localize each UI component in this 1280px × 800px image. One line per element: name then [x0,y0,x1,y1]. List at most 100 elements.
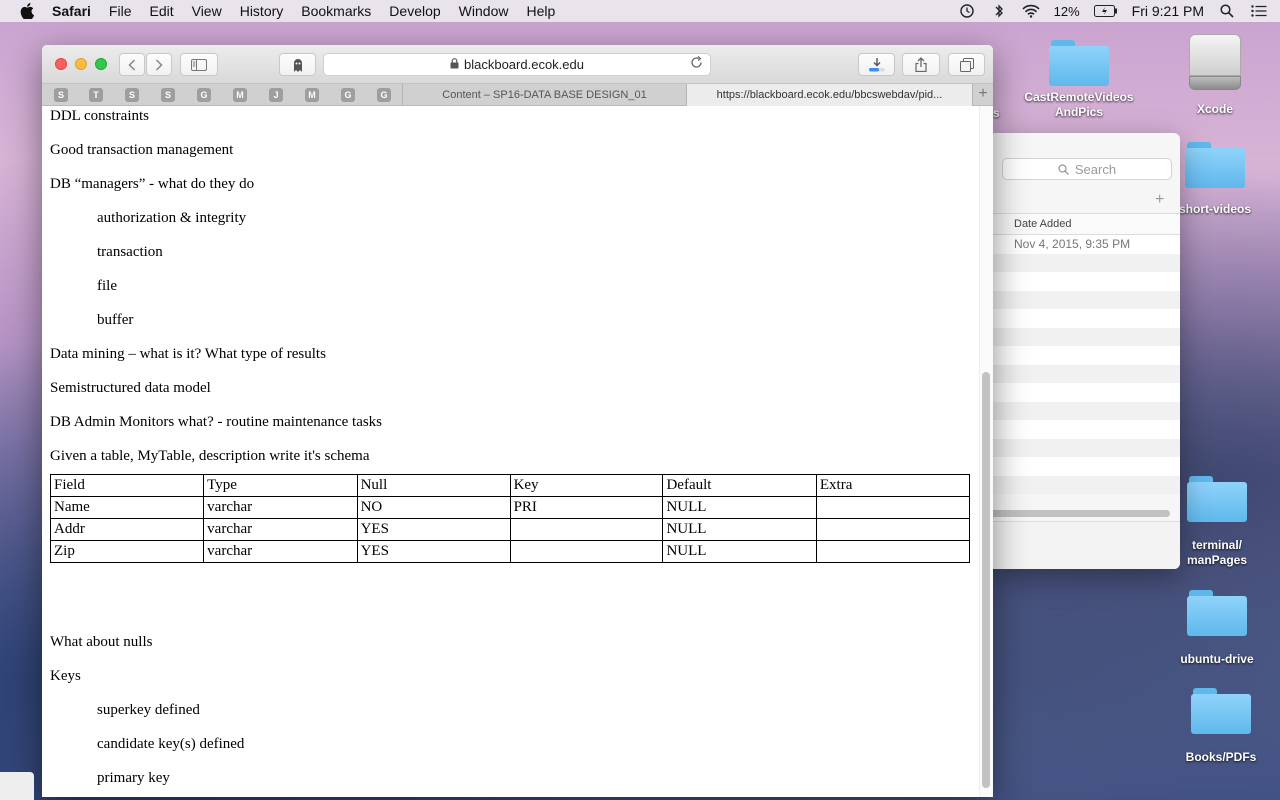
pinned-tab[interactable]: G [377,88,391,102]
battery-icon[interactable] [1093,2,1118,20]
finder-footer [990,521,1180,569]
table-cell [815,540,971,563]
desktop-icon-label: Books/PDFs [1185,750,1257,764]
wifi-icon[interactable] [1022,2,1040,20]
menu-edit[interactable]: Edit [149,3,173,19]
share-button[interactable] [902,53,940,76]
table-cell: Addr [49,518,205,541]
menu-window[interactable]: Window [459,3,509,19]
pinned-tab[interactable]: S [54,88,68,102]
table-header-cell: Null [356,474,511,497]
table-header-cell: Key [509,474,664,497]
desktop-icon-books-pdfs[interactable]: Books/PDFs [1166,688,1276,765]
finder-column-header[interactable]: Date Added [990,213,1180,235]
time-machine-icon[interactable] [958,2,976,20]
reload-icon[interactable] [690,56,703,72]
address-text: blackboard.ecok.edu [464,57,584,72]
finder-row[interactable]: Nov 4, 2015, 9:35 PM [990,235,1180,254]
tabs-icon [959,57,974,72]
tab-bbcswebdav[interactable]: https://blackboard.ecok.edu/bbcswebdav/p… [687,84,972,106]
minimize-window-button[interactable] [75,58,87,70]
vertical-scrollbar[interactable] [979,106,993,797]
desktop-icon-xcode[interactable]: Xcode [1160,34,1270,117]
bluetooth-icon[interactable] [990,2,1008,20]
zoom-window-button[interactable] [95,58,107,70]
table-cell: NULL [662,496,817,519]
download-icon [868,57,885,71]
safari-window: blackboard.ecok.edu S T S S G M J M G G … [42,45,993,797]
doc-line: candidate key(s) defined [97,736,245,752]
doc-line: DB Admin Monitors what? - routine mainte… [50,414,383,430]
folder-icon [1187,590,1247,636]
finder-row [990,290,1180,309]
pinned-tab[interactable]: T [89,88,103,102]
table-header-cell: Extra [815,474,971,497]
menu-file[interactable]: File [109,3,132,19]
spotlight-search-icon[interactable] [1218,2,1236,20]
pinned-tab[interactable]: S [161,88,175,102]
menu-bookmarks[interactable]: Bookmarks [301,3,371,19]
tab-bar: S T S S G M J M G G Content – SP16-DATA … [42,84,993,106]
desktop-icon-castremotevideos[interactable]: CastRemoteVideos AndPics [1024,40,1134,120]
pinned-tab[interactable]: G [341,88,355,102]
new-tab-button[interactable]: + [972,84,993,106]
apple-menu-icon[interactable] [20,2,38,20]
menu-app-safari[interactable]: Safari [52,3,91,19]
add-icon[interactable]: + [1155,191,1164,209]
menu-clock[interactable]: Fri 9:21 PM [1132,3,1204,19]
table-cell: varchar [203,496,358,519]
finder-row [990,457,1180,476]
table-row: Zip varchar YES NULL [49,540,971,563]
doc-line: Semistructured data model [50,380,211,396]
finder-horizontal-scrollbar[interactable] [990,510,1170,517]
finder-row [990,327,1180,346]
doc-line: Data mining – what is it? What type of r… [50,346,326,362]
doc-line: DDL constraints [50,108,150,124]
desktop-partial-label: s [993,106,1000,120]
finder-row [990,475,1180,494]
forward-button[interactable] [146,53,172,76]
table-cell [815,518,971,541]
menu-develop[interactable]: Develop [389,3,440,19]
finder-row [990,438,1180,457]
sidebar-toggle-button[interactable] [180,53,218,76]
pinned-tab[interactable]: G [197,88,211,102]
table-cell: varchar [203,540,358,563]
battery-percent[interactable]: 12% [1054,4,1080,19]
finder-row [990,383,1180,402]
background-window-edge [0,772,34,800]
tab-content-sp16[interactable]: Content – SP16-DATA BASE DESIGN_01 [403,84,686,106]
ghost-hand-icon [293,58,302,72]
back-button[interactable] [119,53,145,76]
menu-help[interactable]: Help [526,3,555,19]
pinned-tab[interactable]: M [305,88,319,102]
page-content: DDL constraints Good transaction managem… [42,106,993,797]
doc-line: buffer [97,312,134,328]
table-header-cell: Default [662,474,817,497]
menu-view[interactable]: View [192,3,222,19]
scrollbar-thumb[interactable] [982,372,990,788]
doc-line: Given a table, MyTable, description writ… [50,448,370,464]
downloads-button[interactable] [858,53,895,76]
table-header-cell: Type [203,474,358,497]
pinned-tab[interactable]: M [233,88,247,102]
table-cell: YES [356,540,511,563]
desktop-icon-label: ubuntu-drive [1180,652,1254,666]
notification-center-icon[interactable] [1250,2,1268,20]
finder-search-placeholder: Search [1074,161,1117,177]
doc-line: authorization & integrity [97,210,247,226]
pinned-tab[interactable]: J [269,88,283,102]
share-icon [915,57,927,72]
finder-row [990,346,1180,365]
table-cell [509,540,664,563]
tab-overview-button[interactable] [948,53,985,76]
address-bar[interactable]: blackboard.ecok.edu [323,53,711,76]
finder-search-field[interactable]: Search [1002,158,1172,180]
table-row: Name varchar NO PRI NULL [49,496,971,519]
desktop-icon-ubuntu-drive[interactable]: ubuntu-drive [1162,590,1272,667]
close-window-button[interactable] [55,58,67,70]
finder-row [990,309,1180,328]
ghostery-extension-button[interactable] [279,53,316,76]
menu-history[interactable]: History [240,3,284,19]
pinned-tab[interactable]: S [125,88,139,102]
